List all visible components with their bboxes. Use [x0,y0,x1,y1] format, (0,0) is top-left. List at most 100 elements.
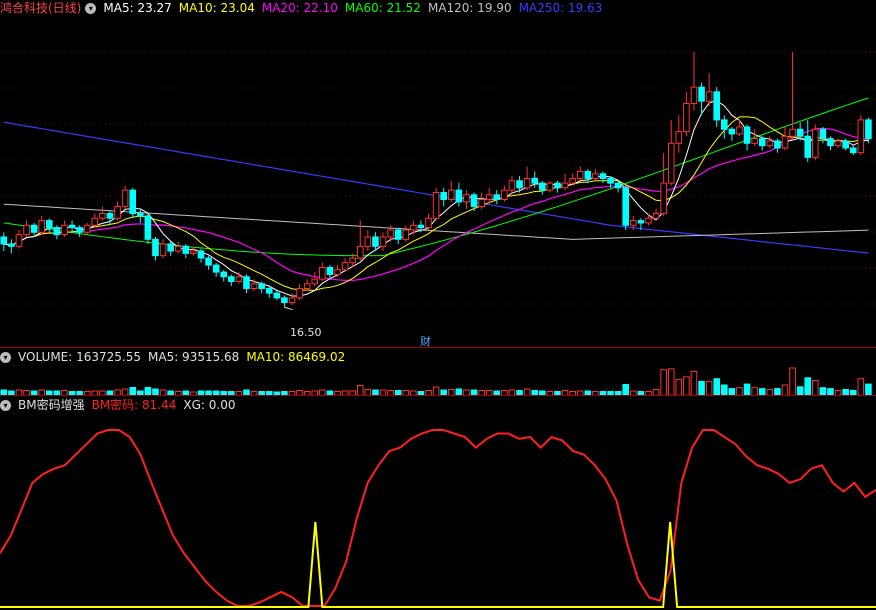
candle-body [728,128,736,135]
candle-body [819,128,827,140]
chevron-down-icon[interactable]: ▾ [85,2,97,14]
ma250-label: MA250: 19.63 [518,1,603,15]
volume-bar [152,388,159,396]
candle-body [865,119,872,140]
bm-line [0,429,876,607]
chevron-down-icon[interactable]: ▾ [0,399,11,411]
candlestick-chart[interactable] [0,16,876,348]
candle-body [789,128,796,137]
candle-body [83,224,91,233]
candle-body [758,138,766,147]
candle-body [68,224,76,229]
volume-ma10-label: MA10: 86469.02 [246,350,346,364]
candle-body [410,224,417,231]
indicator-title: BM密码增强 [18,398,85,412]
chevron-down-icon[interactable]: ▾ [0,351,11,363]
candle-body [182,245,190,254]
candle-body [827,138,834,147]
candle-body [501,189,508,201]
candle-body [281,297,288,304]
candle-body [250,283,258,289]
price-panel-header: 鸿合科技(日线) ▾ MA5: 23.27 MA10: 23.04 MA20: … [0,0,609,16]
candle-body [523,177,531,189]
volume-ma5-label: MA5: 93515.68 [148,350,240,364]
candle-body [584,170,592,179]
volume-bar [432,386,440,396]
volume-bar [523,388,531,396]
candle-body [614,182,622,189]
volume-bar [129,387,137,396]
finance-marker[interactable]: 财 [420,333,431,349]
candle-body [599,173,607,179]
candle-body [576,170,584,179]
candle-body [311,278,319,285]
candle-body [554,182,561,189]
candle-body [205,257,212,266]
candle-body [538,182,546,191]
xg-line [0,521,876,608]
candle-body [425,217,432,229]
bm-indicator-chart[interactable] [0,414,876,610]
candle-body [159,243,167,257]
volume-bar [622,384,630,396]
candle-body [736,126,743,135]
ma20-label: MA20: 22.10 [261,1,338,15]
volume-bar [721,384,728,396]
volume-bar [121,388,129,396]
candle-body [258,283,265,289]
volume-label: VOLUME: 163725.55 [18,350,141,364]
candle-body [660,182,667,215]
candle-body [144,215,152,240]
candle-body [349,257,356,264]
candle-body [106,213,114,219]
candle-body [470,194,478,208]
candle-body [303,283,311,289]
volume-bar [356,385,364,396]
candle-body [637,220,645,224]
candle-body [493,194,501,201]
candle-body [8,243,15,247]
candle-body [683,103,690,133]
volume-bar [675,379,683,396]
volume-bar [781,384,789,396]
candle-body [440,191,447,201]
candle-body [273,292,281,299]
volume-bar [683,376,690,396]
candle-body [341,262,349,271]
candle-body [46,220,53,229]
candle-body [61,224,68,236]
ma10-label: MA10: 23.04 [178,1,255,15]
candle-body [508,180,516,191]
stock-chart-window: { "header": { "title": "鸿合科技(日线)", "ma":… [0,0,876,610]
candle-body [417,224,425,229]
candle-body [705,91,713,102]
candle-body [546,182,554,191]
candle-body [516,180,523,189]
volume-bar [804,377,812,396]
candle-body [220,271,228,278]
volume-bar [789,367,796,396]
candle-body [751,138,758,144]
candle-body [0,236,8,245]
candle-body [319,266,326,280]
candle-body [698,86,705,102]
candle-body [114,206,121,219]
volume-bar [774,388,781,396]
candle-body [38,220,46,233]
volume-bar [736,387,743,396]
volume-bar [796,386,804,396]
candle-body [455,189,463,203]
candle-body [447,189,455,201]
candle-body [622,187,630,226]
ma250-line [3,121,869,254]
volume-chart[interactable] [0,366,876,396]
volume-bar [743,383,751,396]
candle-body [99,213,106,219]
volume-bar [660,369,667,396]
volume-bar [698,380,705,396]
candle-body [796,128,804,137]
ma60-label: MA60: 21.52 [344,1,421,15]
candle-body [30,224,38,233]
candle-body [675,131,683,144]
candle-body [781,135,789,149]
